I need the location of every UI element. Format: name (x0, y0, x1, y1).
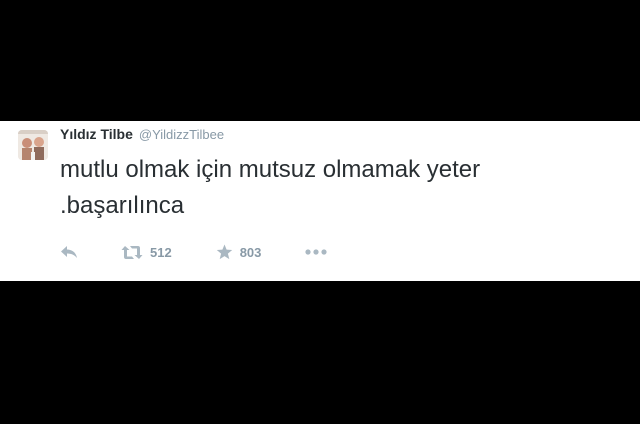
retweet-button[interactable]: 512 (121, 245, 172, 260)
display-name[interactable]: Yıldız Tilbe (60, 126, 133, 142)
reply-button[interactable] (60, 245, 80, 259)
star-icon (216, 244, 233, 260)
user-handle[interactable]: @YildizzTilbee (139, 127, 224, 142)
tweet-actions: 512 803 (60, 240, 328, 264)
favorite-count: 803 (239, 244, 262, 260)
more-button[interactable] (305, 249, 328, 255)
avatar[interactable] (18, 130, 48, 160)
favorite-button[interactable]: 803 (216, 244, 262, 260)
tweet-card: Yıldız Tilbe @YildizzTilbee mutlu olmak … (0, 121, 640, 281)
screenshot-frame: Yıldız Tilbe @YildizzTilbee mutlu olmak … (0, 0, 640, 424)
reply-icon (60, 245, 78, 259)
more-dots-icon (305, 249, 328, 255)
tweet-header: Yıldız Tilbe @YildizzTilbee (60, 126, 224, 146)
retweet-count: 512 (150, 244, 172, 260)
tweet-text: mutlu olmak için mutsuz olmamak yeter .b… (60, 156, 481, 219)
retweet-icon (121, 245, 143, 260)
avatar-image (18, 130, 48, 160)
